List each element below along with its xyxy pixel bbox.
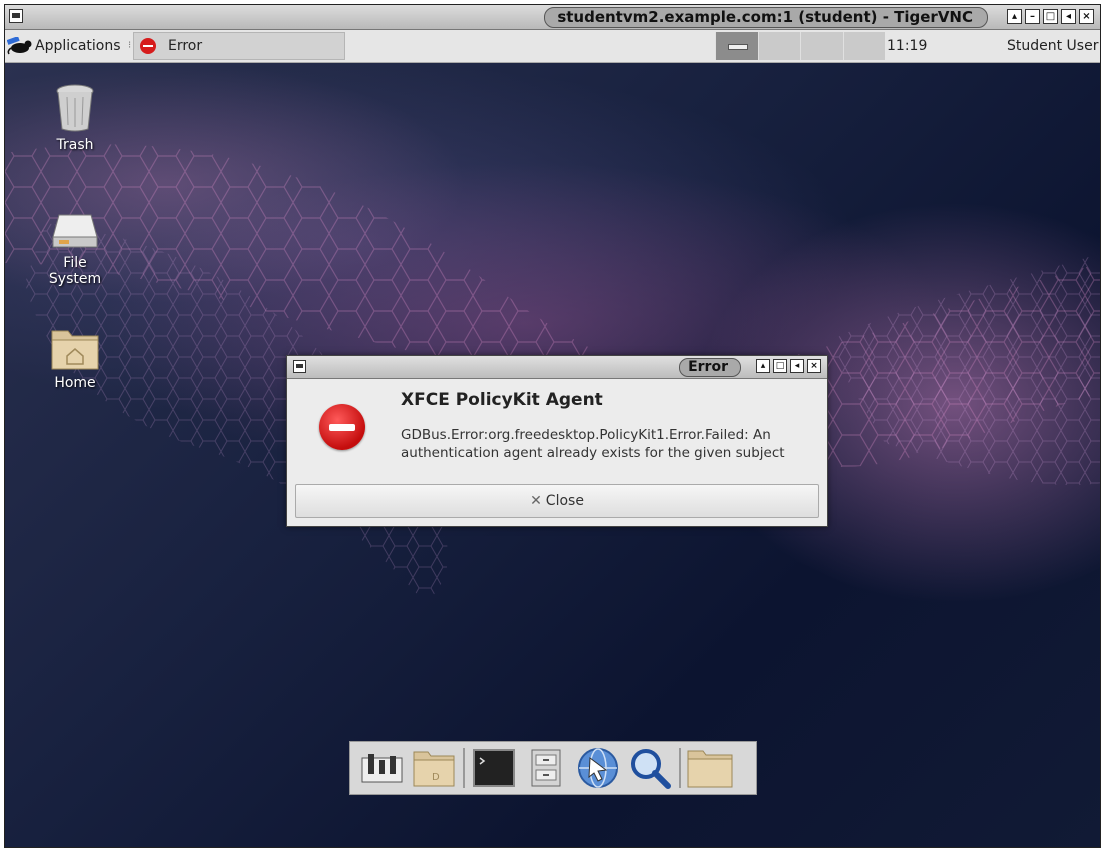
dock-item-home-folder[interactable] xyxy=(684,745,736,791)
applications-label: Applications xyxy=(35,38,121,54)
minimize-button[interactable]: – xyxy=(1025,9,1040,24)
desktop-folder-icon: D xyxy=(413,751,455,787)
dialog-heading: XFCE PolicyKit Agent xyxy=(401,390,603,410)
workspace-4[interactable] xyxy=(842,32,885,60)
taskbar-item-label: Error xyxy=(168,38,203,54)
desktop-icon-filesystem[interactable]: File System xyxy=(35,209,115,287)
xfce-mouse-icon xyxy=(7,37,32,55)
applications-menu-button[interactable]: Applications xyxy=(7,34,121,58)
dock-separator xyxy=(679,748,681,788)
trash-label: Trash xyxy=(56,137,94,153)
restore-button[interactable]: ◂ xyxy=(1061,9,1076,24)
file-manager-icon xyxy=(531,749,561,787)
dialog-window-controls: ▴ □ ◂ × xyxy=(756,359,821,373)
close-icon: ✕ xyxy=(530,493,542,509)
dock-item-settings[interactable] xyxy=(356,745,408,791)
dock-item-search[interactable] xyxy=(624,745,676,791)
dialog-title: Error xyxy=(679,358,741,377)
workspace-1[interactable] xyxy=(715,32,758,60)
bottom-dock: D xyxy=(349,741,757,795)
close-window-button[interactable]: × xyxy=(1079,9,1094,24)
window-menu-button[interactable] xyxy=(9,9,23,23)
dialog-maximize-button[interactable]: □ xyxy=(773,359,787,373)
close-button[interactable]: ✕ Close xyxy=(295,484,819,518)
workspace-switcher xyxy=(715,32,885,60)
drive-icon xyxy=(52,214,98,248)
close-button-label: Close xyxy=(545,493,584,509)
panel-separator: ⁝ xyxy=(128,40,132,51)
error-icon xyxy=(140,38,156,54)
home-folder-icon xyxy=(687,750,733,788)
svg-text:D: D xyxy=(432,772,440,783)
home-folder-icon xyxy=(51,330,99,370)
search-icon xyxy=(631,749,671,789)
dialog-message: GDBus.Error:org.freedesktop.PolicyKit1.E… xyxy=(401,427,785,461)
terminal-icon xyxy=(473,749,515,787)
dock-separator xyxy=(463,748,465,788)
user-menu[interactable]: Student User xyxy=(1007,38,1098,54)
desktop-icon-home[interactable]: Home xyxy=(35,325,115,391)
clock[interactable]: 11:19 xyxy=(887,38,927,54)
error-stop-icon xyxy=(319,404,365,450)
window-title: studentvm2.example.com:1 (student) - Tig… xyxy=(544,7,988,28)
error-dialog: Error ▴ □ ◂ × XFCE PolicyKit Agent GDBus… xyxy=(286,355,828,527)
taskbar-item-error[interactable]: Error xyxy=(133,32,345,60)
shade-button[interactable]: ▴ xyxy=(1007,9,1022,24)
maximize-button[interactable]: □ xyxy=(1043,9,1058,24)
dock-item-file-manager[interactable] xyxy=(520,745,572,791)
desktop-icon-trash[interactable]: Trash xyxy=(35,83,115,153)
dock-item-web-browser[interactable] xyxy=(572,745,624,791)
workspace-3[interactable] xyxy=(800,32,843,60)
workspace-2[interactable] xyxy=(757,32,800,60)
filesystem-label: File System xyxy=(48,255,102,287)
dialog-titlebar[interactable]: Error ▴ □ ◂ × xyxy=(287,356,827,379)
web-browser-icon xyxy=(578,748,618,788)
dialog-restore-button[interactable]: ◂ xyxy=(790,359,804,373)
top-panel: Applications ⁝ Error 11:19 Student User xyxy=(5,30,1100,63)
dialog-close-window-button[interactable]: × xyxy=(807,359,821,373)
trash-icon xyxy=(56,84,94,132)
vnc-titlebar: studentvm2.example.com:1 (student) - Tig… xyxy=(5,5,1100,30)
window-controls: ▴ – □ ◂ × xyxy=(1007,9,1094,24)
dialog-shade-button[interactable]: ▴ xyxy=(756,359,770,373)
dialog-menu-button[interactable] xyxy=(293,360,306,373)
home-label: Home xyxy=(54,375,96,391)
dock-item-terminal[interactable] xyxy=(468,745,520,791)
dock-item-desktop-folder[interactable]: D xyxy=(408,745,460,791)
settings-manager-icon xyxy=(361,754,403,783)
